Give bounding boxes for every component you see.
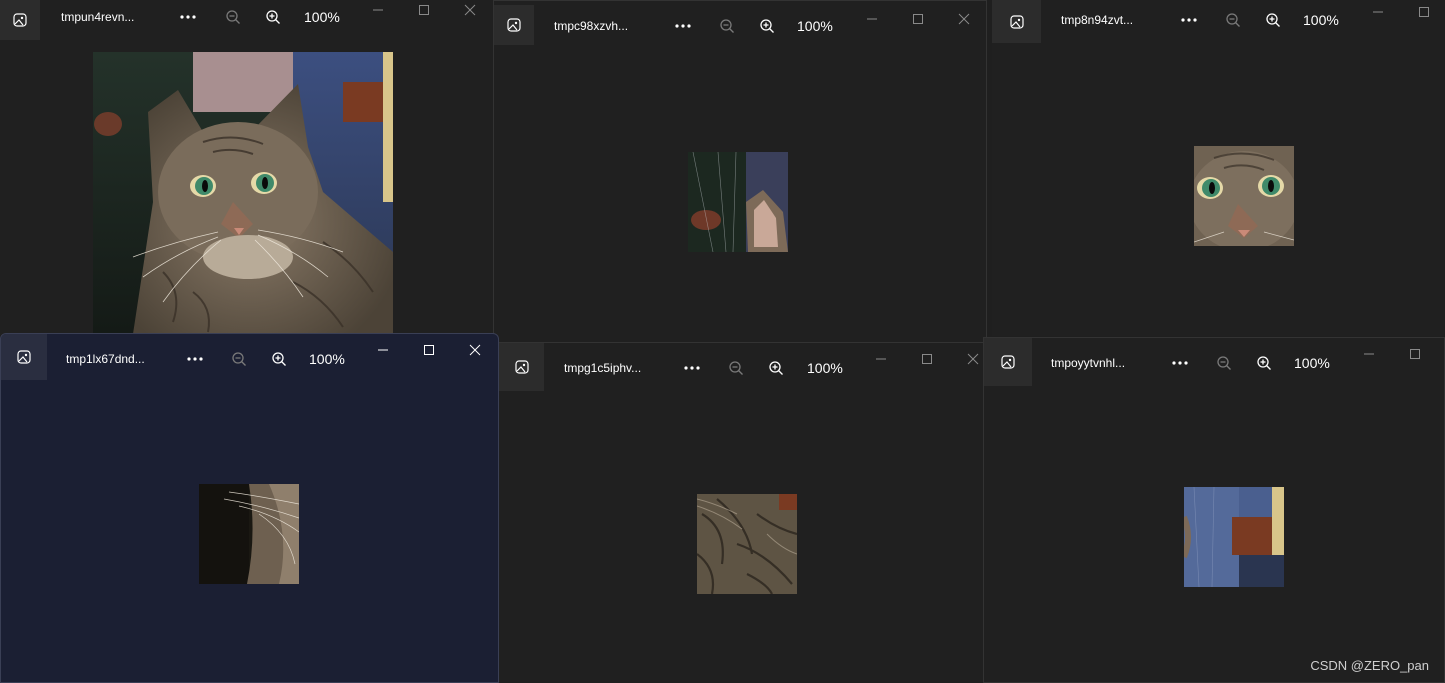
title-bar[interactable]: tmpg1c5iphv... 100% (499, 343, 983, 391)
close-icon[interactable] (958, 349, 983, 369)
more-dots-icon[interactable] (670, 13, 696, 39)
photo-icon (499, 343, 544, 391)
zoom-out-icon[interactable] (723, 355, 749, 381)
photo-icon (992, 0, 1041, 43)
maximize-icon[interactable] (409, 0, 439, 20)
zoom-level[interactable]: 100% (309, 342, 345, 376)
zoom-in-icon[interactable] (266, 346, 292, 372)
window-title: tmp8n94zvt... (1061, 13, 1134, 27)
zoom-in-icon[interactable] (1251, 350, 1277, 376)
zoom-in-icon[interactable] (260, 4, 286, 30)
window-title: tmpoyytvnhl... (1051, 356, 1126, 370)
window-title: tmpc98xzvh... (554, 19, 629, 33)
close-icon[interactable] (949, 9, 979, 29)
viewer-window-6: tmpoyytvnhl... 100% (983, 337, 1445, 683)
window-title: tmp1lx67dnd... (66, 352, 145, 366)
viewer-window-3: tmp8n94zvt... 100% (992, 0, 1445, 336)
maximize-icon[interactable] (903, 9, 933, 29)
cat-image-piece (688, 152, 788, 252)
minimize-icon[interactable] (1354, 344, 1384, 364)
zoom-level[interactable]: 100% (1303, 3, 1339, 37)
zoom-out-icon[interactable] (220, 4, 246, 30)
zoom-in-icon[interactable] (1260, 7, 1286, 33)
close-icon[interactable] (460, 340, 490, 360)
cat-image-piece (199, 484, 299, 584)
photo-icon (494, 5, 534, 45)
maximize-icon[interactable] (1409, 2, 1439, 22)
viewer-window-1: tmpun4revn... 100% (0, 0, 493, 335)
viewer-window-5: tmpg1c5iphv... 100% (499, 343, 983, 683)
zoom-out-icon[interactable] (714, 13, 740, 39)
zoom-out-icon[interactable] (226, 346, 252, 372)
cat-image-piece (1184, 487, 1284, 587)
zoom-out-icon[interactable] (1211, 350, 1237, 376)
photo-icon (1, 334, 47, 380)
zoom-in-icon[interactable] (754, 13, 780, 39)
zoom-level[interactable]: 100% (807, 351, 843, 385)
maximize-icon[interactable] (414, 340, 444, 360)
window-title: tmpg1c5iphv... (564, 361, 642, 375)
desktop: { "windows": [ {"title": "tmpun4revn..."… (0, 0, 1445, 683)
cat-image-piece (1194, 146, 1294, 246)
photo-icon (0, 0, 40, 40)
zoom-in-icon[interactable] (763, 355, 789, 381)
zoom-level[interactable]: 100% (1294, 346, 1330, 380)
cat-image-piece (697, 494, 797, 594)
title-bar[interactable]: tmpun4revn... 100% (0, 0, 493, 46)
zoom-out-icon[interactable] (1220, 7, 1246, 33)
cat-image-full (93, 52, 393, 334)
more-dots-icon[interactable] (679, 355, 705, 381)
title-bar[interactable]: tmpc98xzvh... 100% (494, 3, 986, 49)
maximize-icon[interactable] (912, 349, 942, 369)
title-bar[interactable]: tmp1lx67dnd... 100% (1, 334, 498, 380)
title-bar[interactable]: tmp8n94zvt... 100% (992, 0, 1445, 46)
minimize-icon[interactable] (363, 0, 393, 20)
minimize-icon[interactable] (866, 349, 896, 369)
watermark: CSDN @ZERO_pan (1310, 658, 1429, 673)
zoom-level[interactable]: 100% (797, 9, 833, 43)
more-dots-icon[interactable] (182, 346, 208, 372)
more-dots-icon[interactable] (1167, 350, 1193, 376)
zoom-level[interactable]: 100% (304, 0, 340, 34)
minimize-icon[interactable] (1363, 2, 1393, 22)
viewer-window-2: tmpc98xzvh... 100% (493, 0, 987, 343)
photo-icon (984, 338, 1032, 386)
window-title: tmpun4revn... (61, 10, 135, 24)
title-bar[interactable]: tmpoyytvnhl... 100% (984, 338, 1444, 386)
close-icon[interactable] (455, 0, 485, 20)
more-dots-icon[interactable] (1176, 7, 1202, 33)
maximize-icon[interactable] (1400, 344, 1430, 364)
viewer-window-4: tmp1lx67dnd... 100% (0, 333, 499, 683)
minimize-icon[interactable] (857, 9, 887, 29)
minimize-icon[interactable] (368, 340, 398, 360)
more-dots-icon[interactable] (175, 4, 201, 30)
